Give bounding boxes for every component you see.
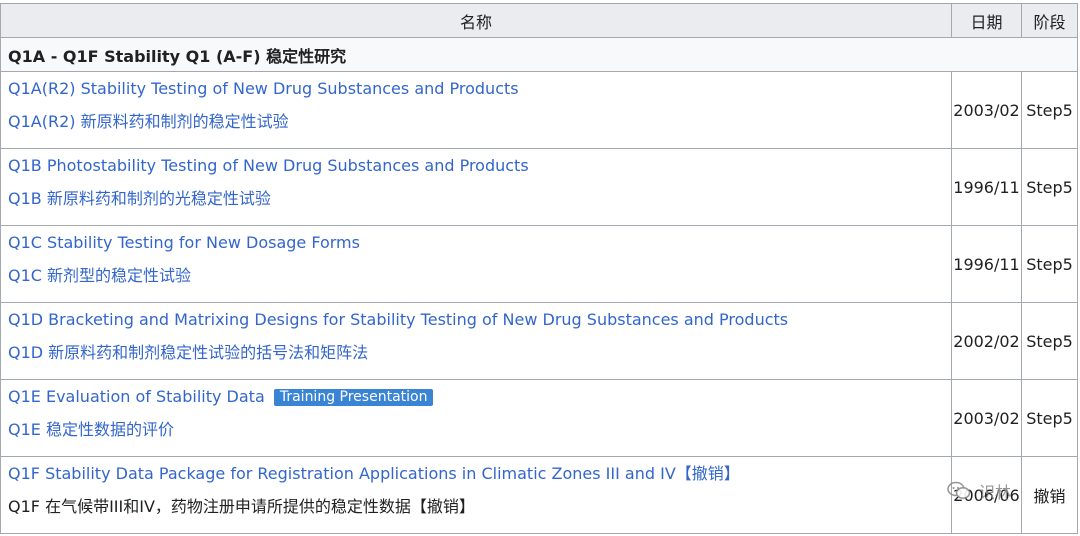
date-cell: 1996/11 — [951, 148, 1022, 226]
guideline-link-en[interactable]: Q1E Evaluation of Stability Data — [8, 387, 265, 406]
header-date[interactable]: 日期 — [951, 3, 1022, 38]
stage-cell: Step5 — [1021, 71, 1078, 149]
guideline-link-cn[interactable]: Q1A(R2) 新原料药和制剂的稳定性试验 — [8, 112, 289, 131]
date-cell: 2003/02 — [951, 379, 1022, 457]
guideline-link-en[interactable]: Q1D Bracketing and Matrixing Designs for… — [8, 310, 788, 329]
name-cell: Q1F Stability Data Package for Registrat… — [0, 456, 952, 534]
ich-guidelines-table: 名称 日期 阶段 Q1A - Q1F Stability Q1 (A-F) 稳定… — [0, 3, 1078, 534]
header-stage[interactable]: 阶段 — [1021, 3, 1078, 38]
table-row: Q1C Stability Testing for New Dosage For… — [0, 225, 1078, 303]
date-cell: 1996/11 — [951, 225, 1022, 303]
guideline-link-cn[interactable]: Q1E 稳定性数据的评价 — [8, 420, 174, 439]
guideline-link-en[interactable]: Q1B Photostability Testing of New Drug S… — [8, 156, 529, 175]
guideline-link-en[interactable]: Q1A(R2) Stability Testing of New Drug Su… — [8, 79, 519, 98]
guideline-link-en[interactable]: Q1F Stability Data Package for Registrat… — [8, 464, 740, 483]
name-cell: Q1E Evaluation of Stability Data Trainin… — [0, 379, 952, 457]
table-row: Q1F Stability Data Package for Registrat… — [0, 456, 1078, 534]
stage-cell: Step5 — [1021, 379, 1078, 457]
name-cell: Q1A(R2) Stability Testing of New Drug Su… — [0, 71, 952, 149]
table-row: Q1E Evaluation of Stability Data Trainin… — [0, 379, 1078, 457]
name-cell: Q1B Photostability Testing of New Drug S… — [0, 148, 952, 226]
guideline-link-cn[interactable]: Q1C 新剂型的稳定性试验 — [8, 266, 191, 285]
watermark-text: 识林 — [979, 483, 1012, 502]
section-row: Q1A - Q1F Stability Q1 (A-F) 稳定性研究 — [0, 37, 1078, 72]
wechat-icon — [947, 481, 971, 499]
stage-cell: Step5 — [1021, 148, 1078, 226]
name-cell: Q1D Bracketing and Matrixing Designs for… — [0, 302, 952, 380]
guideline-link-cn[interactable]: Q1B 新原料药和制剂的光稳定性试验 — [8, 189, 271, 208]
table-row: Q1A(R2) Stability Testing of New Drug Su… — [0, 71, 1078, 149]
guideline-title-cn: Q1F 在气候带III和IV，药物注册申请所提供的稳定性数据【撤销】 — [8, 497, 475, 516]
header-name[interactable]: 名称 — [0, 3, 952, 38]
guideline-link-cn[interactable]: Q1D 新原料药和制剂稳定性试验的括号法和矩阵法 — [8, 343, 368, 362]
table-row: Q1B Photostability Testing of New Drug S… — [0, 148, 1078, 226]
section-title: Q1A - Q1F Stability Q1 (A-F) 稳定性研究 — [0, 37, 1078, 72]
guideline-link-en[interactable]: Q1C Stability Testing for New Dosage For… — [8, 233, 360, 252]
stage-cell: Step5 — [1021, 302, 1078, 380]
training-presentation-badge[interactable]: Training Presentation — [273, 389, 434, 406]
table-row: Q1D Bracketing and Matrixing Designs for… — [0, 302, 1078, 380]
stage-cell: Step5 — [1021, 225, 1078, 303]
name-cell: Q1C Stability Testing for New Dosage For… — [0, 225, 952, 303]
date-cell: 2003/02 — [951, 71, 1022, 149]
header-row: 名称 日期 阶段 — [0, 3, 1078, 38]
date-cell: 2002/02 — [951, 302, 1022, 380]
watermark: 识林 — [947, 476, 1067, 506]
